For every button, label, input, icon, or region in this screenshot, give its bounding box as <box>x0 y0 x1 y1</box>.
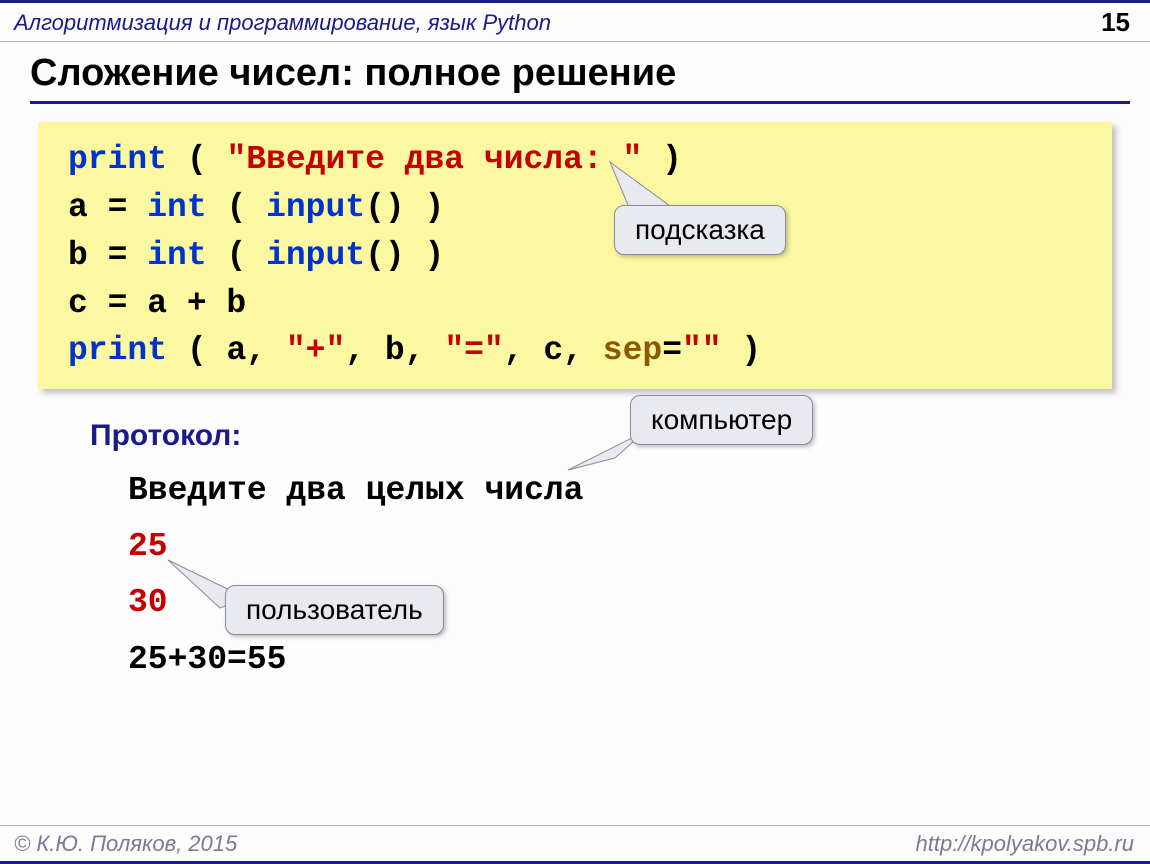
footer-bar: © К.Ю. Поляков, 2015 http://kpolyakov.sp… <box>0 825 1150 864</box>
code-line-assign: c = a + b <box>68 285 246 322</box>
page-number: 15 <box>1101 7 1130 38</box>
callout-user: пользователь <box>225 585 444 635</box>
kw-sep: sep <box>603 332 662 369</box>
kw-print: print <box>68 332 167 369</box>
protocol-result: 25+30=55 <box>128 641 286 678</box>
string-literal: "Введите два числа: " <box>226 141 642 178</box>
callout-computer: компьютер <box>630 395 813 445</box>
course-title: Алгоритмизация и программирование, язык … <box>14 10 551 36</box>
kw-int: int <box>147 189 206 226</box>
kw-print: print <box>68 141 167 178</box>
header-bar: Алгоритмизация и программирование, язык … <box>0 0 1150 42</box>
callout-hint: подсказка <box>614 205 786 255</box>
footer-copyright: © К.Ю. Поляков, 2015 <box>14 831 237 857</box>
protocol-prompt: Введите два целых числа <box>128 472 583 509</box>
protocol-body: Введите два целых числа 25 30 25+30=55 <box>128 463 1150 687</box>
kw-int: int <box>147 237 206 274</box>
kw-input: input <box>266 189 365 226</box>
kw-input: input <box>266 237 365 274</box>
footer-url: http://kpolyakov.spb.ru <box>916 831 1135 857</box>
slide-title: Сложение чисел: полное решение <box>30 52 1130 104</box>
code-block: print ( "Введите два числа: " ) a = int … <box>38 122 1112 389</box>
